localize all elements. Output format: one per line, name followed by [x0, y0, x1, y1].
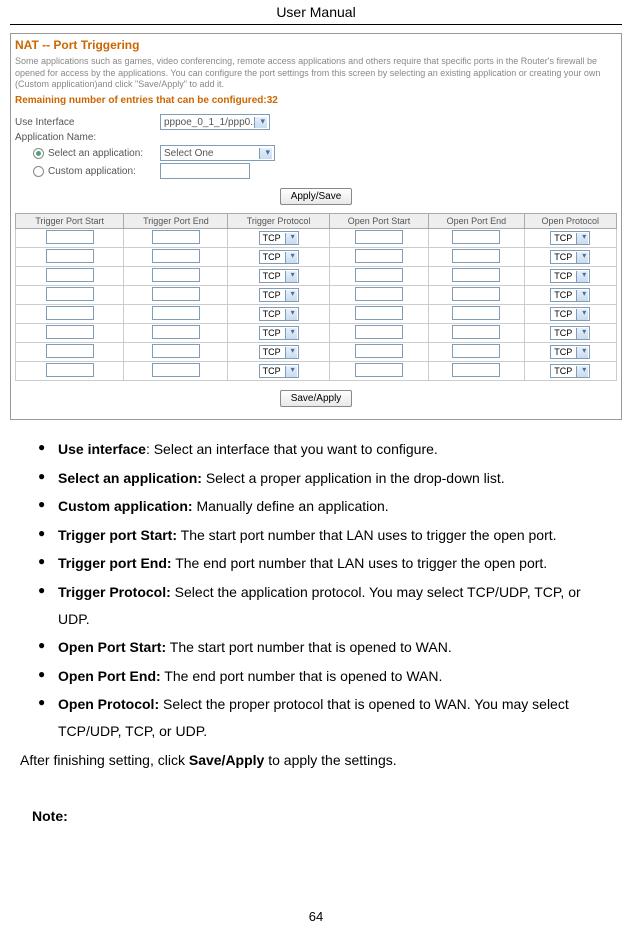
- port-input[interactable]: [152, 268, 200, 282]
- port-input[interactable]: [355, 306, 403, 320]
- port-input[interactable]: [46, 306, 94, 320]
- table-header: Trigger Protocol: [228, 214, 329, 229]
- table-header: Open Protocol: [524, 214, 616, 229]
- protocol-dropdown[interactable]: TCP: [259, 307, 299, 321]
- port-input[interactable]: [46, 268, 94, 282]
- port-input[interactable]: [452, 363, 500, 377]
- use-interface-dropdown[interactable]: pppoe_0_1_1/ppp0.1: [160, 114, 270, 130]
- port-input[interactable]: [46, 287, 94, 301]
- page-header: User Manual: [10, 0, 622, 25]
- custom-app-radio[interactable]: [33, 166, 44, 177]
- table-row: TCP TCP: [16, 343, 617, 362]
- port-input[interactable]: [152, 287, 200, 301]
- table-header: Open Port Start: [329, 214, 429, 229]
- bullet-item: Open Port Start: The start port number t…: [38, 634, 612, 661]
- bullet-list: Use interface: Select an interface that …: [20, 436, 612, 745]
- protocol-dropdown[interactable]: TCP: [550, 250, 590, 264]
- bullet-item: Open Protocol: Select the proper protoco…: [38, 691, 612, 744]
- bullet-item: Custom application: Manually define an a…: [38, 493, 612, 520]
- port-input[interactable]: [355, 325, 403, 339]
- port-input[interactable]: [355, 344, 403, 358]
- port-input[interactable]: [152, 344, 200, 358]
- protocol-dropdown[interactable]: TCP: [550, 307, 590, 321]
- protocol-dropdown[interactable]: TCP: [259, 269, 299, 283]
- port-input[interactable]: [355, 249, 403, 263]
- table-row: TCP TCP: [16, 229, 617, 248]
- port-input[interactable]: [355, 230, 403, 244]
- port-input[interactable]: [152, 306, 200, 320]
- port-input[interactable]: [355, 287, 403, 301]
- port-input[interactable]: [452, 230, 500, 244]
- bullet-item: Trigger Protocol: Select the application…: [38, 579, 612, 632]
- protocol-dropdown[interactable]: TCP: [259, 364, 299, 378]
- protocol-dropdown[interactable]: TCP: [550, 364, 590, 378]
- note-label: Note:: [32, 803, 612, 830]
- table-row: TCP TCP: [16, 362, 617, 381]
- remaining-entries: Remaining number of entries that can be …: [15, 95, 617, 106]
- bullet-item: Select an application: Select a proper a…: [38, 465, 612, 492]
- port-input[interactable]: [46, 363, 94, 377]
- table-header: Trigger Port Start: [16, 214, 124, 229]
- port-input[interactable]: [152, 363, 200, 377]
- application-name-label: Application Name:: [15, 132, 160, 143]
- protocol-dropdown[interactable]: TCP: [550, 288, 590, 302]
- protocol-dropdown[interactable]: TCP: [259, 231, 299, 245]
- nat-title: NAT -- Port Triggering: [15, 38, 617, 52]
- protocol-dropdown[interactable]: TCP: [259, 326, 299, 340]
- port-input[interactable]: [152, 230, 200, 244]
- apply-save-button[interactable]: Apply/Save: [280, 188, 353, 205]
- port-input[interactable]: [152, 325, 200, 339]
- page-number: 64: [0, 909, 632, 924]
- port-input[interactable]: [46, 230, 94, 244]
- port-input[interactable]: [452, 344, 500, 358]
- custom-app-input[interactable]: [160, 163, 250, 179]
- select-app-label: Select an application:: [48, 148, 143, 159]
- custom-app-label: Custom application:: [48, 166, 136, 177]
- port-input[interactable]: [46, 344, 94, 358]
- after-text: After finishing setting, click Save/Appl…: [20, 747, 612, 774]
- port-input[interactable]: [452, 306, 500, 320]
- use-interface-label: Use Interface: [15, 117, 160, 128]
- table-header: Open Port End: [429, 214, 524, 229]
- port-input[interactable]: [452, 268, 500, 282]
- content-section: Use interface: Select an interface that …: [20, 436, 612, 830]
- port-input[interactable]: [46, 249, 94, 263]
- table-row: TCP TCP: [16, 286, 617, 305]
- table-row: TCP TCP: [16, 305, 617, 324]
- port-input[interactable]: [355, 363, 403, 377]
- port-input[interactable]: [355, 268, 403, 282]
- protocol-dropdown[interactable]: TCP: [550, 231, 590, 245]
- router-screenshot: NAT -- Port Triggering Some applications…: [10, 33, 622, 420]
- table-row: TCP TCP: [16, 248, 617, 267]
- bullet-item: Trigger port End: The end port number th…: [38, 550, 612, 577]
- protocol-dropdown[interactable]: TCP: [550, 345, 590, 359]
- port-input[interactable]: [46, 325, 94, 339]
- protocol-dropdown[interactable]: TCP: [550, 269, 590, 283]
- save-apply-button[interactable]: Save/Apply: [280, 390, 353, 407]
- intro-text: Some applications such as games, video c…: [15, 56, 617, 91]
- table-row: TCP TCP: [16, 324, 617, 343]
- port-input[interactable]: [452, 325, 500, 339]
- select-app-radio[interactable]: [33, 148, 44, 159]
- port-input[interactable]: [452, 249, 500, 263]
- port-input[interactable]: [152, 249, 200, 263]
- protocol-dropdown[interactable]: TCP: [259, 288, 299, 302]
- table-header: Trigger Port End: [124, 214, 228, 229]
- protocol-dropdown[interactable]: TCP: [550, 326, 590, 340]
- protocol-dropdown[interactable]: TCP: [259, 250, 299, 264]
- protocol-dropdown[interactable]: TCP: [259, 345, 299, 359]
- select-app-dropdown[interactable]: Select One: [160, 145, 275, 161]
- bullet-item: Use interface: Select an interface that …: [38, 436, 612, 463]
- bullet-item: Open Port End: The end port number that …: [38, 663, 612, 690]
- port-table: Trigger Port StartTrigger Port EndTrigge…: [15, 213, 617, 381]
- bullet-item: Trigger port Start: The start port numbe…: [38, 522, 612, 549]
- port-input[interactable]: [452, 287, 500, 301]
- table-row: TCP TCP: [16, 267, 617, 286]
